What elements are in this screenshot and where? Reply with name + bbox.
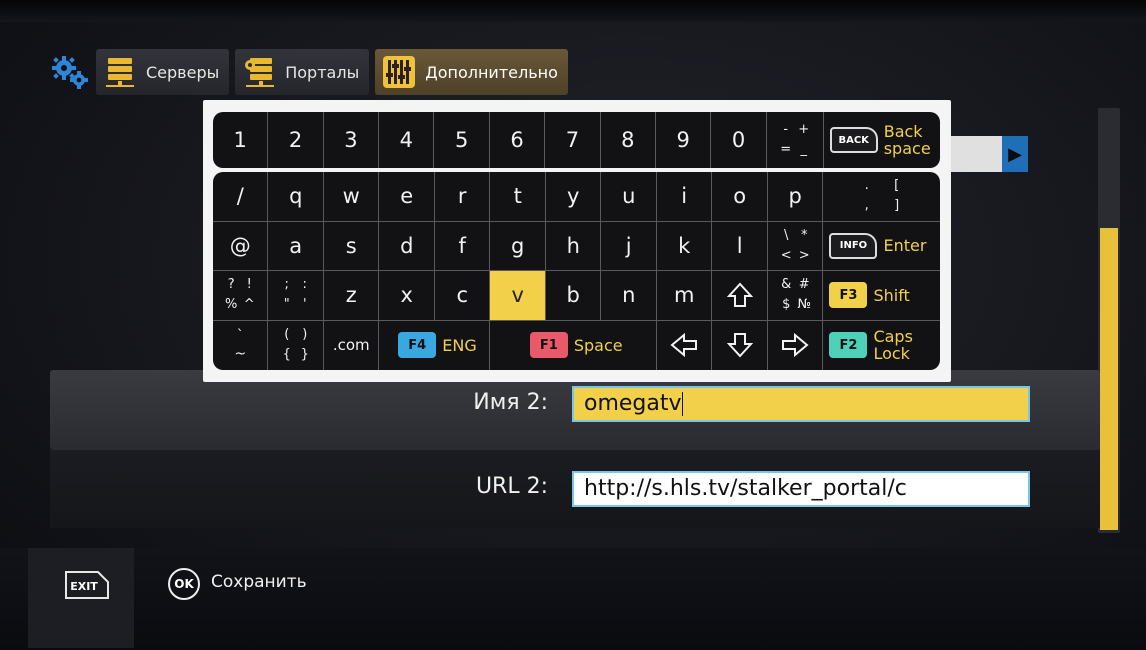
key-arrow-right[interactable] xyxy=(768,320,824,370)
key-d[interactable]: d xyxy=(379,221,435,271)
ok-badge-text: OK xyxy=(174,577,194,591)
key-backspace[interactable]: BACK Back space xyxy=(824,112,940,168)
key-r[interactable]: r xyxy=(434,172,491,222)
text-caret xyxy=(681,392,683,416)
tab-portals[interactable]: Порталы xyxy=(235,49,370,95)
key-3[interactable]: 3 xyxy=(324,112,380,168)
key-g[interactable]: g xyxy=(490,221,546,271)
key-h[interactable]: h xyxy=(545,221,602,271)
key-f[interactable]: f xyxy=(434,221,491,271)
portal-icon xyxy=(241,54,277,90)
key-6[interactable]: 6 xyxy=(490,112,546,168)
key-w[interactable]: w xyxy=(323,172,380,222)
key-u[interactable]: u xyxy=(601,172,657,222)
save-button[interactable]: Сохранить xyxy=(211,572,307,592)
key-n[interactable]: n xyxy=(601,271,657,321)
arrow-down-icon xyxy=(726,333,753,358)
name-2-input[interactable]: omegatv xyxy=(572,386,1030,422)
key-backtick-tilde[interactable]: ` ~ xyxy=(213,320,269,370)
key-space[interactable]: F1 Space xyxy=(490,320,657,370)
settings-gear-icon[interactable] xyxy=(50,48,90,96)
play-arrow-icon[interactable]: ▶ xyxy=(1002,136,1028,172)
keyboard-number-row: 1 2 3 4 5 6 7 8 9 0 - + = _ BACK Back space xyxy=(213,112,940,168)
key-k[interactable]: k xyxy=(656,221,713,271)
arrow-right-icon xyxy=(782,333,809,358)
svg-text:EXIT: EXIT xyxy=(70,580,98,593)
key-a[interactable]: a xyxy=(268,221,324,271)
key-e[interactable]: e xyxy=(379,172,435,222)
key-t[interactable]: t xyxy=(490,172,546,222)
name-2-value: omegatv xyxy=(584,391,682,416)
key-7[interactable]: 7 xyxy=(545,112,601,168)
exit-icon: EXIT xyxy=(65,571,109,599)
key-at[interactable]: @ xyxy=(213,221,269,271)
back-badge-icon: BACK xyxy=(829,127,878,153)
tab-advanced[interactable]: Дополнительно xyxy=(375,49,568,95)
tab-servers-label: Серверы xyxy=(146,62,220,82)
key-2[interactable]: 2 xyxy=(268,112,324,168)
key-v[interactable]: v xyxy=(490,271,546,321)
tab-advanced-label: Дополнительно xyxy=(425,62,558,82)
key-dotcom[interactable]: .com xyxy=(324,320,380,370)
tab-portals-label: Порталы xyxy=(285,62,360,82)
name-2-label: Имя 2: xyxy=(473,390,548,415)
url-2-input[interactable]: http://s.hls.tv/stalker_portal/c xyxy=(572,471,1030,507)
key-m[interactable]: m xyxy=(656,271,713,321)
f4-badge-icon: F4 xyxy=(398,332,437,359)
key-b[interactable]: b xyxy=(545,271,602,321)
key-brackets[interactable]: .[,] xyxy=(823,172,940,222)
f1-badge-icon: F1 xyxy=(529,332,568,359)
key-y[interactable]: y xyxy=(545,172,602,222)
url-2-label: URL 2: xyxy=(475,474,548,499)
arrow-left-icon xyxy=(670,333,698,358)
f2-badge-icon: F2 xyxy=(829,332,868,359)
key-enter[interactable]: INFO Enter xyxy=(823,222,940,271)
key-backslash-star[interactable]: \ * < > xyxy=(767,221,824,271)
key-question-exclaim[interactable]: ?!% ^ xyxy=(213,271,269,321)
sliders-icon xyxy=(381,54,417,90)
key-slash[interactable]: / xyxy=(213,172,269,222)
key-parens-braces[interactable]: (){} xyxy=(268,320,324,370)
key-c[interactable]: c xyxy=(434,271,491,321)
key-5[interactable]: 5 xyxy=(434,112,490,168)
key-shift[interactable]: F3 Shift xyxy=(823,271,940,321)
key-4[interactable]: 4 xyxy=(379,112,435,168)
key-p[interactable]: p xyxy=(767,172,824,222)
key-0[interactable]: 0 xyxy=(711,112,767,168)
key-semicolon-colon[interactable]: ;: " ' xyxy=(268,271,324,321)
key-9[interactable]: 9 xyxy=(656,112,712,168)
key-j[interactable]: j xyxy=(601,221,657,271)
scrollbar-thumb[interactable] xyxy=(1100,228,1118,530)
tab-servers[interactable]: Серверы xyxy=(96,49,230,95)
key-q[interactable]: q xyxy=(268,172,324,222)
info-badge-icon: INFO xyxy=(829,232,878,259)
tv-screen: Серверы Порталы Дополнительно ▶ Имя 2: o… xyxy=(0,0,1146,650)
f3-badge-icon: F3 xyxy=(829,282,868,309)
key-language[interactable]: F4 ENG xyxy=(379,320,491,370)
key-arrow-down[interactable] xyxy=(712,320,768,370)
key-i[interactable]: i xyxy=(656,172,713,222)
key-arrow-up[interactable] xyxy=(712,271,768,321)
key-z[interactable]: z xyxy=(323,271,380,321)
key-s[interactable]: s xyxy=(323,221,380,271)
url-2-value: http://s.hls.tv/stalker_portal/c xyxy=(584,476,907,501)
key-1[interactable]: 1 xyxy=(213,112,269,168)
key-l[interactable]: l xyxy=(712,221,768,271)
server-icon xyxy=(102,54,138,90)
footer-bar xyxy=(0,548,1146,650)
key-arrow-left[interactable] xyxy=(657,320,713,370)
key-x[interactable]: x xyxy=(379,271,435,321)
ok-icon[interactable]: OK xyxy=(168,568,200,600)
tab-bar: Серверы Порталы Дополнительно xyxy=(50,48,568,96)
key-amp-hash[interactable]: & # $ № xyxy=(767,271,824,321)
keyboard-letter-rows: / q w e r t y u i o p .[,] @ a s d f g h… xyxy=(213,172,940,370)
key-caps-lock[interactable]: F2 Caps Lock xyxy=(823,321,940,371)
arrow-up-icon xyxy=(726,282,753,308)
screen-bezel xyxy=(0,0,1146,22)
key-8[interactable]: 8 xyxy=(601,112,656,168)
key-minus-plus[interactable]: - + = _ xyxy=(767,112,824,168)
key-o[interactable]: o xyxy=(712,172,768,222)
